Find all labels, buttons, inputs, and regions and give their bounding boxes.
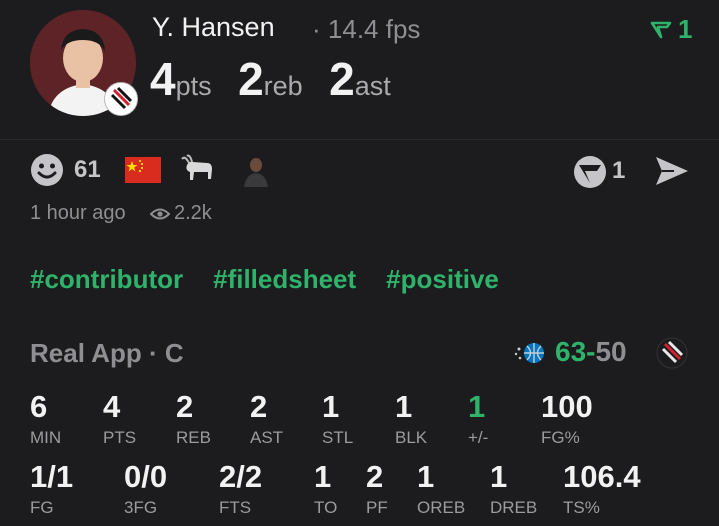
stat-value: 106.4 — [563, 459, 641, 494]
score-home: 63 — [555, 336, 587, 367]
goat-icon[interactable] — [179, 153, 217, 187]
stat-min: 6 MIN — [30, 390, 61, 448]
view-count: 2.2k — [150, 202, 212, 225]
comments-icon[interactable] — [572, 154, 608, 190]
stat-label: 3FG — [124, 498, 158, 517]
stat-label: DREB — [490, 498, 538, 517]
stat-fts: 2/2 FTS — [219, 460, 262, 518]
divider — [0, 139, 719, 140]
grade-value: C — [164, 338, 184, 368]
view-count-value: 2.2k — [174, 202, 212, 224]
opponent-team-logo-icon — [514, 343, 544, 363]
stat-dreb: 1 DREB — [490, 460, 537, 518]
stat-label: FTS — [219, 498, 252, 517]
header-ast-unit: ast — [354, 71, 391, 101]
stat-label: STL — [322, 428, 354, 447]
stat-oreb: 1 OREB — [417, 460, 465, 518]
comment-count: 1 — [612, 157, 626, 184]
stat-label: BLK — [395, 428, 428, 447]
header-pts-value: 4 — [150, 53, 176, 105]
stat-label: PF — [366, 498, 388, 517]
stat-to: 1 TO — [314, 460, 337, 518]
stat-label: FG — [30, 498, 54, 517]
header-pts-unit: pts — [175, 71, 212, 101]
stat-value: 1 — [490, 459, 508, 494]
stat-label: TO — [314, 498, 338, 517]
stat-value: 1 — [417, 459, 435, 494]
header-reb-unit: reb — [263, 71, 303, 101]
stat-ts-pct: 106.4 TS% — [563, 460, 641, 518]
stat-value: 4 — [103, 389, 121, 424]
fps-value: 14.4 fps — [327, 14, 421, 44]
post-time: 1 hour ago — [30, 202, 126, 224]
source-grade: Real App · C — [30, 338, 184, 369]
stat-value: 2/2 — [219, 459, 263, 494]
tag-filledsheet[interactable]: #filledsheet — [213, 264, 356, 295]
stat-pf: 2 PF — [366, 460, 388, 518]
share-send-icon[interactable] — [654, 155, 690, 187]
smiley-icon[interactable] — [30, 153, 64, 187]
stat-stl: 1 STL — [322, 390, 353, 448]
upvote-count: 1 — [678, 14, 693, 44]
header-stat-line: 4pts 2reb 2ast — [150, 52, 413, 106]
stat-value: 1 — [322, 389, 340, 424]
team-logo-icon — [104, 82, 138, 116]
stat-value: 6 — [30, 389, 48, 424]
stat-3fg: 0/0 3FG — [124, 460, 167, 518]
stat-value: 2 — [366, 459, 384, 494]
stat-pts: 4 PTS — [103, 390, 136, 448]
tag-contributor[interactable]: #contributor — [30, 264, 183, 295]
header-reb-value: 2 — [238, 53, 264, 105]
stat-value: 100 — [541, 389, 593, 424]
stat-fg-pct: 100 FG% — [541, 390, 593, 448]
source-dot: · — [148, 338, 158, 368]
game-score: 63-50 — [555, 336, 627, 368]
stat-plus-minus: 1 +/- — [468, 390, 488, 448]
stat-label: +/- — [468, 428, 489, 447]
stat-label: OREB — [417, 498, 466, 517]
stat-label: TS% — [563, 498, 600, 517]
tag-list: #contributor #filledsheet #positive — [30, 264, 499, 295]
stat-blk: 1 BLK — [395, 390, 427, 448]
stat-value: 1 — [468, 389, 486, 424]
stat-reb: 2 REB — [176, 390, 211, 448]
stat-label: AST — [250, 428, 284, 447]
team-logo-icon — [656, 337, 688, 369]
reaction-count: 61 — [74, 156, 101, 183]
upvote-icon — [650, 21, 672, 38]
person-reaction-icon[interactable] — [238, 153, 273, 187]
stat-ast: 2 AST — [250, 390, 283, 448]
tag-positive[interactable]: #positive — [386, 264, 499, 295]
stat-label: FG% — [541, 428, 580, 447]
stat-value: 1 — [314, 459, 332, 494]
reactions-row: 61 — [30, 150, 273, 190]
score-away: 50 — [595, 336, 627, 367]
upvote-button[interactable]: 1 — [650, 14, 692, 45]
header-ast-value: 2 — [329, 53, 355, 105]
stat-value: 1 — [395, 389, 413, 424]
eye-icon — [150, 208, 170, 219]
stat-value: 2 — [176, 389, 194, 424]
stat-label: MIN — [30, 428, 62, 447]
stat-value: 1/1 — [30, 459, 74, 494]
stat-label: REB — [176, 428, 211, 447]
china-flag-icon[interactable] — [124, 157, 161, 183]
stat-value: 0/0 — [124, 459, 168, 494]
name-separator: · — [312, 14, 321, 44]
source-label: Real App — [30, 338, 142, 368]
stat-fg: 1/1 FG — [30, 460, 73, 518]
fps-readout: · 14.4 fps — [312, 14, 420, 45]
stat-value: 2 — [250, 389, 268, 424]
player-name[interactable]: Y. Hansen — [152, 12, 275, 43]
stat-label: PTS — [103, 428, 137, 447]
